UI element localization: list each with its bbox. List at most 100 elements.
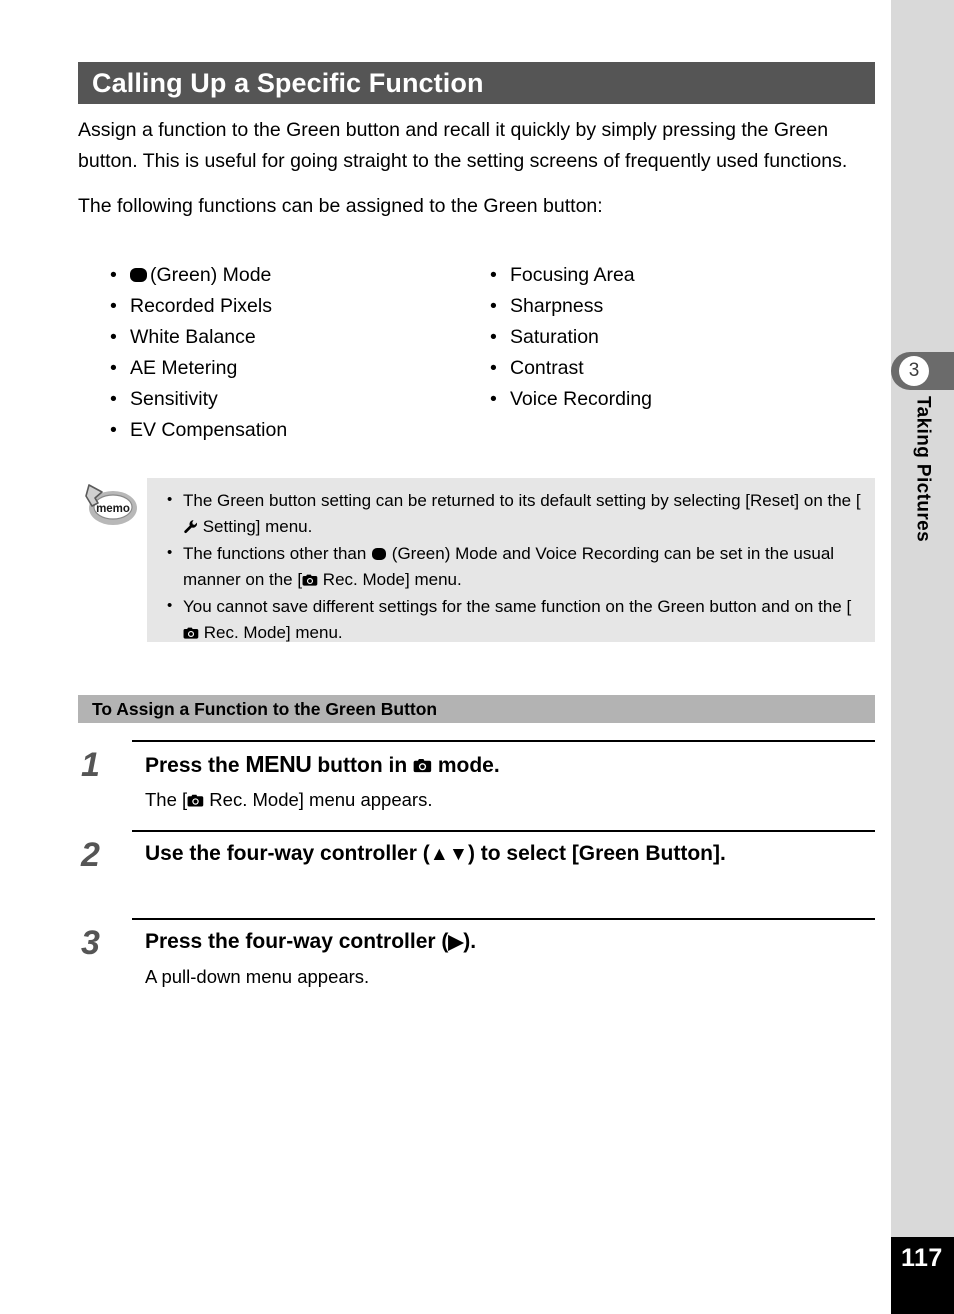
step-divider	[132, 830, 875, 832]
memo-icon: memo	[82, 481, 138, 529]
list-item: • Focusing Area	[490, 260, 850, 291]
page-number-block: 117	[891, 1237, 954, 1314]
function-list-right-column: • Focusing Area • Sharpness • Saturation • C…	[490, 260, 850, 415]
memo-callout: memo The Green button setting can be ret…	[78, 478, 875, 642]
list-item-label: EV Compensation	[130, 419, 288, 441]
list-item: • Sensitivity	[110, 384, 470, 415]
step-detail: A pull-down menu appears.	[145, 963, 875, 991]
camera-rec-icon	[183, 626, 199, 640]
camera-rec-icon	[302, 573, 318, 587]
memo-box: The Green button setting can be returned…	[147, 478, 875, 642]
memo-item-text-1: The Green button setting can be returned…	[183, 491, 861, 510]
intro-paragraph-1: Assign a function to the Green button an…	[78, 119, 848, 172]
step-headline-text-2: ) to select [Green Button].	[467, 842, 726, 865]
list-item: • EV Compensation	[110, 415, 470, 446]
step-detail-text-2: Rec. Mode] menu appears.	[204, 789, 433, 810]
camera-rec-icon	[413, 757, 432, 774]
function-list-left-column: • (Green) Mode • Recorded Pixels • White Ba…	[110, 260, 470, 446]
step-headline: Press the MENU button in mode.	[145, 748, 875, 782]
step-divider	[132, 918, 875, 920]
bullet-icon: •	[110, 326, 117, 348]
bullet-icon: •	[110, 419, 117, 441]
intro-section: Assign a function to the Green button an…	[78, 115, 875, 236]
up-down-arrows-icon: ▲▼	[429, 844, 468, 865]
step-1: 1 Press the MENU button in mode. The [ R…	[78, 740, 875, 830]
menu-button-label: MENU	[245, 751, 312, 777]
list-item: • Contrast	[490, 353, 850, 384]
step-headline: Press the four-way controller (▶).	[145, 926, 875, 959]
list-item-label: Sharpness	[510, 295, 604, 317]
intro-paragraph-2: The following functions can be assigned …	[78, 195, 603, 217]
chapter-title: Taking Pictures	[891, 396, 954, 656]
bullet-icon: •	[490, 388, 497, 410]
chapter-title-label: Taking Pictures	[912, 396, 934, 543]
list-item-label: Contrast	[510, 357, 584, 379]
list-item: • Recorded Pixels	[110, 291, 470, 322]
step-headline-text-1: Use the four-way controller (	[145, 842, 430, 865]
step-detail: The [ Rec. Mode] menu appears.	[145, 786, 875, 814]
list-item: • Saturation	[490, 322, 850, 353]
memo-item: You cannot save different settings for t…	[165, 593, 861, 645]
bullet-icon: •	[110, 357, 117, 379]
step-body: Use the four-way controller (▲▼) to sele…	[145, 838, 875, 871]
page-title: Calling Up a Specific Function	[92, 68, 484, 98]
chapter-tab: 3	[891, 352, 954, 390]
step-headline-text-1: Press the	[145, 754, 246, 777]
list-item: • Sharpness	[490, 291, 850, 322]
green-mode-icon	[130, 268, 147, 282]
list-item: • (Green) Mode	[110, 260, 470, 291]
list-item-label: AE Metering	[130, 357, 238, 379]
list-item-label: Saturation	[510, 326, 599, 348]
memo-item-text-3: Rec. Mode] menu.	[318, 569, 462, 589]
step-detail-text-1: A pull-down menu appears.	[145, 966, 370, 987]
bullet-icon: •	[110, 295, 117, 317]
side-rail	[891, 0, 954, 1314]
step-number: 3	[81, 924, 100, 962]
page-title-bar: Calling Up a Specific Function	[78, 62, 875, 104]
step-headline-text-1: Press the four-way controller (	[145, 930, 449, 953]
step-headline-text-3: mode.	[431, 754, 500, 777]
memo-item-text-1: You cannot save different settings for t…	[183, 597, 852, 616]
step-headline: Use the four-way controller (▲▼) to sele…	[145, 838, 875, 871]
right-arrow-icon: ▶	[448, 932, 464, 953]
list-item-label: White Balance	[130, 326, 256, 348]
svg-text:memo: memo	[96, 503, 130, 515]
list-item: • Voice Recording	[490, 384, 850, 415]
memo-item-text-1: The functions other than	[183, 544, 372, 563]
step-number: 2	[81, 836, 100, 874]
wrench-setting-icon	[183, 519, 198, 534]
list-item-label: (Green) Mode	[150, 264, 272, 286]
step-body: Press the MENU button in mode. The [ Rec…	[145, 748, 875, 814]
step-number: 1	[81, 746, 100, 784]
list-item: • White Balance	[110, 322, 470, 353]
memo-list: The Green button setting can be returned…	[147, 478, 875, 645]
memo-item: The Green button setting can be returned…	[165, 487, 861, 539]
chapter-number-badge: 3	[899, 356, 929, 386]
page-number: 117	[901, 1244, 943, 1272]
bullet-icon: •	[110, 264, 117, 286]
bullet-icon: •	[490, 264, 497, 286]
list-item-label: Sensitivity	[130, 388, 218, 410]
camera-rec-icon	[187, 793, 204, 808]
step-headline-text-2: button in	[311, 754, 413, 777]
step-divider	[132, 740, 875, 742]
green-mode-icon	[372, 548, 387, 560]
section-subheading-bar: To Assign a Function to the Green Button	[78, 695, 875, 723]
list-item-label: Focusing Area	[510, 264, 635, 286]
step-headline-text-2: ).	[463, 930, 477, 953]
step-3: 3 Press the four-way controller (▶). A p…	[78, 918, 875, 1008]
list-item-label: Recorded Pixels	[130, 295, 272, 317]
memo-item-text-2: Setting] menu.	[198, 516, 313, 536]
step-body: Press the four-way controller (▶). A pul…	[145, 926, 875, 991]
list-item-label: Voice Recording	[510, 388, 653, 410]
section-subheading: To Assign a Function to the Green Button	[92, 699, 438, 719]
bullet-icon: •	[110, 388, 117, 410]
memo-item: The functions other than (Green) Mode an…	[165, 540, 861, 592]
step-2: 2 Use the four-way controller (▲▼) to se…	[78, 830, 875, 918]
memo-item-text-2: Rec. Mode] menu.	[199, 622, 343, 642]
list-item: • AE Metering	[110, 353, 470, 384]
bullet-icon: •	[490, 326, 497, 348]
bullet-icon: •	[490, 295, 497, 317]
bullet-icon: •	[490, 357, 497, 379]
step-detail-text-1: The [	[145, 789, 188, 810]
